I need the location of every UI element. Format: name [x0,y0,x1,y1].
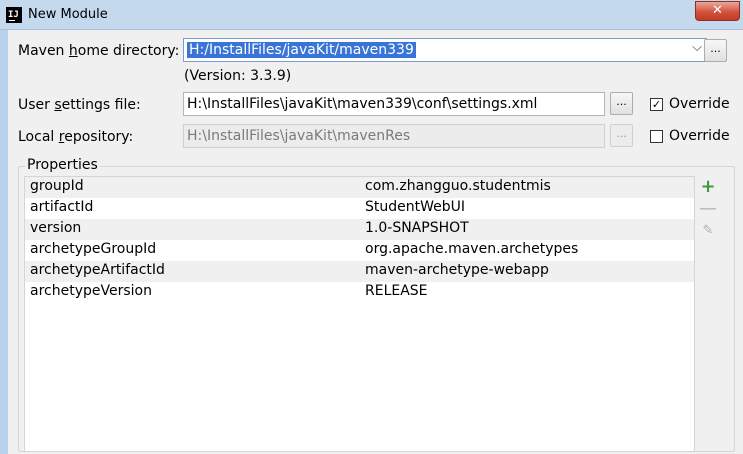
window-title: New Module [28,7,108,22]
property-value: 1.0-SNAPSHOT [365,220,469,236]
remove-icon[interactable]: — [695,200,721,220]
property-key: archetypeGroupId [30,241,157,257]
table-row[interactable]: archetypeVersion RELEASE [25,282,694,303]
user-settings-override-label: Override [669,96,730,112]
maven-home-combo[interactable]: H:/InstallFiles/javaKit/maven339 ⌵ [183,38,707,62]
properties-toolbar: + — ✎ [695,176,721,452]
title-bar: IJ New Module ✕ [0,0,743,30]
table-row[interactable]: archetypeGroupId org.apache.maven.archet… [25,240,694,261]
table-row[interactable]: archetypeArtifactId maven-archetype-weba… [25,261,694,282]
property-key: groupId [30,178,84,194]
properties-table: groupId com.zhangguo.studentmis artifact… [24,176,695,452]
property-key: archetypeArtifactId [30,262,165,278]
table-row[interactable]: version 1.0-SNAPSHOT [25,219,694,240]
property-key: artifactId [30,199,94,215]
local-repository-label: Local repository: [18,129,134,145]
close-button[interactable]: ✕ [695,1,740,21]
maven-home-browse-button[interactable]: ... [704,39,727,62]
user-settings-label: User settings file: [18,97,141,113]
table-row[interactable]: artifactId StudentWebUI [25,198,694,219]
table-row[interactable]: groupId com.zhangguo.studentmis [25,177,694,198]
property-value: org.apache.maven.archetypes [365,241,579,257]
local-repository-override-label: Override [669,128,730,144]
intellij-icon: IJ [6,7,22,23]
property-key: archetypeVersion [30,283,152,299]
dialog-body: Maven home directory: H:/InstallFiles/ja… [8,30,743,454]
user-settings-override-checkbox[interactable]: ✓ [650,98,663,111]
chevron-down-icon[interactable]: ⌵ [692,40,702,55]
local-repository-browse-button: ... [610,124,633,147]
user-settings-field[interactable]: H:\InstallFiles\javaKit\maven339\conf\se… [183,92,605,116]
local-repository-override-checkbox[interactable] [650,130,663,143]
maven-home-label: Maven home directory: [18,43,180,59]
local-repository-field: H:\InstallFiles\javaKit\mavenRes [183,124,605,148]
edit-icon[interactable]: ✎ [695,222,721,242]
property-value: maven-archetype-webapp [365,262,549,278]
property-value: com.zhangguo.studentmis [365,178,551,194]
property-value: StudentWebUI [365,199,466,215]
property-value: RELEASE [365,283,428,299]
maven-home-value: H:/InstallFiles/javaKit/maven339 [187,42,416,58]
property-key: version [30,220,82,236]
properties-title: Properties [25,157,100,173]
user-settings-browse-button[interactable]: ... [610,92,633,115]
add-icon[interactable]: + [695,178,721,198]
maven-version-text: (Version: 3.3.9) [184,68,292,84]
